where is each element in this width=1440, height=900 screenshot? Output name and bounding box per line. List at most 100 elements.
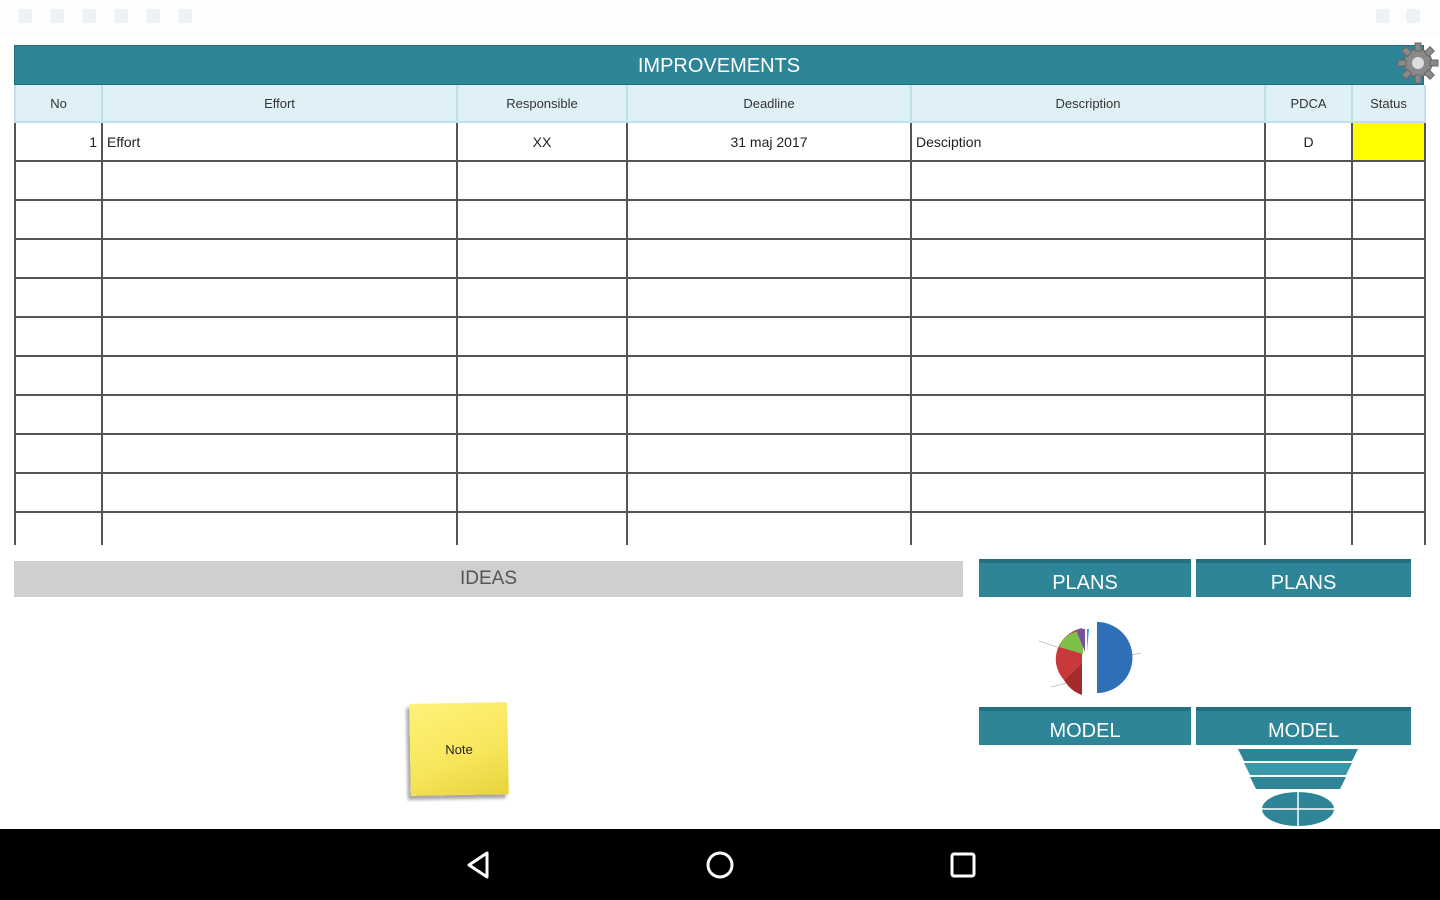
- cell-pdca[interactable]: [1264, 394, 1353, 435]
- column-header-responsible[interactable]: Responsible: [456, 85, 628, 123]
- cell-effort[interactable]: [101, 277, 458, 318]
- cell-no[interactable]: [14, 433, 103, 474]
- cell-status[interactable]: [1351, 394, 1426, 435]
- cell-pdca[interactable]: [1264, 433, 1353, 474]
- plans-tile[interactable]: PLANS: [1196, 559, 1411, 709]
- cell-effort[interactable]: [101, 238, 458, 279]
- cell-pdca[interactable]: [1264, 511, 1353, 545]
- cell-deadline[interactable]: [626, 277, 912, 318]
- table-row[interactable]: 1 Effort XX 31 maj 2017 Desciption D: [14, 121, 1426, 162]
- cell-pdca[interactable]: [1264, 238, 1353, 279]
- table-row[interactable]: [14, 277, 1426, 318]
- cell-no[interactable]: [14, 394, 103, 435]
- recents-icon[interactable]: [945, 847, 981, 883]
- cell-responsible[interactable]: [456, 355, 628, 396]
- cell-no[interactable]: [14, 511, 103, 545]
- cell-description[interactable]: [910, 433, 1266, 474]
- cell-status[interactable]: [1351, 355, 1426, 396]
- cell-no[interactable]: [14, 277, 103, 318]
- cell-status[interactable]: [1351, 277, 1426, 318]
- cell-deadline[interactable]: [626, 511, 912, 545]
- cell-description[interactable]: [910, 238, 1266, 279]
- cell-effort[interactable]: [101, 394, 458, 435]
- cell-description[interactable]: Desciption: [910, 121, 1266, 162]
- gear-icon[interactable]: [1396, 41, 1440, 85]
- cell-responsible[interactable]: XX: [456, 121, 628, 162]
- table-row[interactable]: [14, 433, 1426, 474]
- cell-description[interactable]: [910, 472, 1266, 513]
- home-icon[interactable]: [702, 847, 738, 883]
- cell-description[interactable]: [910, 316, 1266, 357]
- cell-responsible[interactable]: [456, 511, 628, 545]
- cell-responsible[interactable]: [456, 199, 628, 240]
- cell-description[interactable]: [910, 355, 1266, 396]
- column-header-deadline[interactable]: Deadline: [626, 85, 912, 123]
- cell-effort[interactable]: [101, 472, 458, 513]
- cell-responsible[interactable]: [456, 316, 628, 357]
- cell-deadline[interactable]: [626, 355, 912, 396]
- column-header-description[interactable]: Description: [910, 85, 1266, 123]
- back-icon[interactable]: [461, 847, 497, 883]
- sticky-note[interactable]: Note: [409, 702, 509, 796]
- cell-description[interactable]: [910, 511, 1266, 545]
- cell-responsible[interactable]: [456, 277, 628, 318]
- table-row[interactable]: [14, 199, 1426, 240]
- model-tile[interactable]: MODEL: [1196, 707, 1411, 829]
- cell-status[interactable]: [1351, 238, 1426, 279]
- cell-deadline[interactable]: [626, 199, 912, 240]
- cell-description[interactable]: [910, 199, 1266, 240]
- cell-description[interactable]: [910, 160, 1266, 201]
- column-header-pdca[interactable]: PDCA: [1264, 85, 1353, 123]
- cell-effort[interactable]: [101, 160, 458, 201]
- cell-deadline[interactable]: [626, 160, 912, 201]
- cell-status[interactable]: [1351, 472, 1426, 513]
- cell-status[interactable]: [1351, 121, 1426, 162]
- cell-effort[interactable]: [101, 199, 458, 240]
- table-row[interactable]: [14, 316, 1426, 357]
- cell-no[interactable]: [14, 160, 103, 201]
- cell-description[interactable]: [910, 394, 1266, 435]
- table-row[interactable]: [14, 160, 1426, 201]
- table-row[interactable]: [14, 472, 1426, 513]
- table-row[interactable]: [14, 394, 1426, 435]
- cell-pdca[interactable]: [1264, 472, 1353, 513]
- cell-effort[interactable]: [101, 433, 458, 474]
- cell-pdca[interactable]: [1264, 277, 1353, 318]
- cell-effort[interactable]: [101, 316, 458, 357]
- table-row[interactable]: [14, 238, 1426, 279]
- model-tile[interactable]: MODEL: [979, 707, 1191, 745]
- cell-effort[interactable]: [101, 511, 458, 545]
- cell-status[interactable]: [1351, 160, 1426, 201]
- cell-no[interactable]: [14, 355, 103, 396]
- cell-deadline[interactable]: [626, 394, 912, 435]
- cell-status[interactable]: [1351, 511, 1426, 545]
- cell-status[interactable]: [1351, 316, 1426, 357]
- cell-responsible[interactable]: [456, 160, 628, 201]
- table-row[interactable]: [14, 511, 1426, 545]
- cell-no[interactable]: [14, 472, 103, 513]
- cell-no[interactable]: [14, 199, 103, 240]
- cell-no[interactable]: [14, 316, 103, 357]
- cell-status[interactable]: [1351, 433, 1426, 474]
- cell-deadline[interactable]: [626, 472, 912, 513]
- cell-deadline[interactable]: [626, 238, 912, 279]
- cell-effort[interactable]: Effort: [101, 121, 458, 162]
- cell-description[interactable]: [910, 277, 1266, 318]
- cell-pdca[interactable]: D: [1264, 121, 1353, 162]
- cell-responsible[interactable]: [456, 433, 628, 474]
- cell-no[interactable]: 1: [14, 121, 103, 162]
- cell-pdca[interactable]: [1264, 355, 1353, 396]
- cell-deadline[interactable]: [626, 433, 912, 474]
- cell-pdca[interactable]: [1264, 199, 1353, 240]
- cell-responsible[interactable]: [456, 472, 628, 513]
- cell-responsible[interactable]: [456, 394, 628, 435]
- cell-status[interactable]: [1351, 199, 1426, 240]
- cell-responsible[interactable]: [456, 238, 628, 279]
- column-header-effort[interactable]: Effort: [101, 85, 458, 123]
- cell-deadline[interactable]: 31 maj 2017: [626, 121, 912, 162]
- cell-effort[interactable]: [101, 355, 458, 396]
- column-header-no[interactable]: No: [14, 85, 103, 123]
- table-row[interactable]: [14, 355, 1426, 396]
- cell-deadline[interactable]: [626, 316, 912, 357]
- cell-pdca[interactable]: [1264, 160, 1353, 201]
